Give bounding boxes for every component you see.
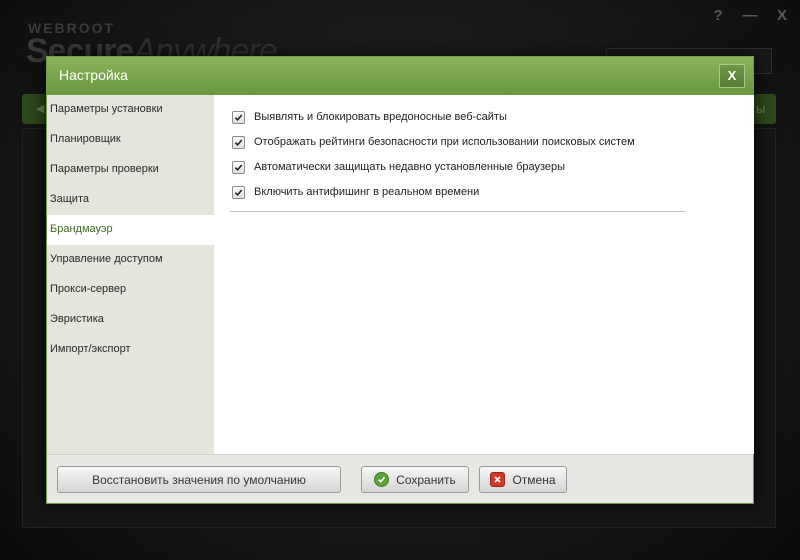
sidebar-item-scan-settings[interactable]: Параметры проверки xyxy=(47,155,214,185)
sidebar-item-protection[interactable]: Защита xyxy=(47,185,214,215)
window-close-button[interactable]: X xyxy=(772,6,792,26)
cancel-button[interactable]: Отмена xyxy=(479,466,567,493)
cancel-label: Отмена xyxy=(512,472,556,487)
checkbox-protect-new-browsers[interactable] xyxy=(232,160,245,174)
save-label: Сохранить xyxy=(396,472,456,487)
checkbox-realtime-antiphishing[interactable] xyxy=(232,185,245,199)
window-controls: ? — X xyxy=(708,6,792,26)
help-button[interactable]: ? xyxy=(708,6,728,26)
background-arrow-icon: ◀ xyxy=(36,103,45,115)
sidebar-item-scheduler[interactable]: Планировщик xyxy=(47,125,214,155)
check-circle-icon xyxy=(374,472,390,487)
option-label: Автоматически защищать недавно установле… xyxy=(254,161,566,173)
save-button[interactable]: Сохранить xyxy=(361,466,469,493)
sidebar-item-install-settings[interactable]: Параметры установки xyxy=(47,95,214,125)
restore-defaults-label: Восстановить значения по умолчанию xyxy=(92,472,306,487)
sidebar-item-access-control[interactable]: Управление доступом xyxy=(47,245,214,275)
sidebar-item-import-export[interactable]: Импорт/экспорт xyxy=(47,335,214,365)
checkbox-block-malicious-sites[interactable] xyxy=(232,110,245,124)
settings-dialog: Настройка X Параметры установки Планиров… xyxy=(46,56,754,504)
check-icon xyxy=(234,188,243,196)
settings-sidebar: Параметры установки Планировщик Параметр… xyxy=(47,95,214,454)
option-label: Выявлять и блокировать вредоносные веб-с… xyxy=(254,111,507,123)
checkbox-search-ratings[interactable] xyxy=(232,135,245,149)
background-strip-glyph: ы xyxy=(756,101,766,116)
firewall-settings-panel: Выявлять и блокировать вредоносные веб-с… xyxy=(214,95,754,454)
check-icon xyxy=(234,163,243,171)
sidebar-item-firewall[interactable]: Брандмауэр xyxy=(47,215,214,245)
sidebar-item-proxy[interactable]: Прокси-сервер xyxy=(47,275,214,305)
sidebar-item-heuristics[interactable]: Эвристика xyxy=(47,305,214,335)
option-label: Отображать рейтинги безопасности при исп… xyxy=(254,136,635,148)
restore-defaults-button[interactable]: Восстановить значения по умолчанию xyxy=(57,466,341,493)
option-label: Включить антифишинг в реальном времени xyxy=(254,186,480,198)
option-protect-new-browsers: Автоматически защищать недавно установле… xyxy=(232,158,565,176)
dialog-header: Настройка X xyxy=(47,57,753,95)
option-block-malicious-sites: Выявлять и блокировать вредоносные веб-с… xyxy=(232,108,507,126)
check-icon xyxy=(234,138,243,146)
dialog-title: Настройка xyxy=(59,67,128,83)
option-realtime-antiphishing: Включить антифишинг в реальном времени xyxy=(232,183,479,201)
close-square-icon xyxy=(490,472,506,487)
option-search-ratings: Отображать рейтинги безопасности при исп… xyxy=(232,133,635,151)
dialog-footer: Восстановить значения по умолчанию Сохра… xyxy=(47,454,753,503)
check-icon xyxy=(234,113,243,121)
minimize-button[interactable]: — xyxy=(740,6,760,26)
dialog-close-button[interactable]: X xyxy=(719,64,745,88)
content-divider xyxy=(230,211,685,212)
